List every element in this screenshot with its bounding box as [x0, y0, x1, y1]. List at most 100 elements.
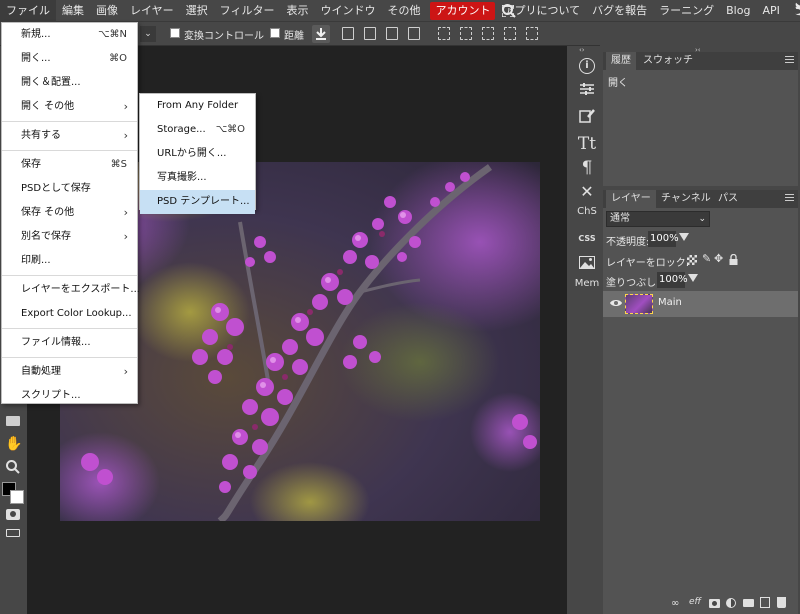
blend-mode-select[interactable]: 通常 ⌄	[606, 211, 710, 227]
download-icon[interactable]	[312, 25, 330, 43]
delete-icon[interactable]	[777, 597, 786, 608]
tab-layers[interactable]: レイヤー	[606, 190, 656, 208]
menu-api[interactable]: API	[756, 0, 785, 22]
menu-window[interactable]: ウインドウ	[314, 0, 381, 22]
lock-position-icon[interactable]: ✥	[714, 252, 723, 265]
layer-row[interactable]: Main	[603, 291, 798, 317]
menu-item-label: 新規...	[21, 29, 51, 40]
folder-icon[interactable]	[743, 599, 754, 607]
menu-more[interactable]: その他	[381, 0, 426, 22]
tab-paths[interactable]: パス	[713, 190, 743, 208]
tab-history[interactable]: 履歴	[606, 52, 636, 70]
menu-item-new[interactable]: 新規... ⌥⌘N	[2, 23, 137, 47]
menu-file[interactable]: ファイル	[0, 0, 56, 22]
paragraph-icon[interactable]: ¶	[573, 158, 601, 178]
mask-icon[interactable]	[709, 599, 720, 608]
fill-dropdown-icon[interactable]	[688, 274, 698, 282]
tab-channels[interactable]: チャンネル	[656, 190, 716, 208]
history-entry[interactable]: 開く	[603, 70, 798, 93]
opacity-dropdown-icon[interactable]	[679, 233, 689, 241]
menu-item-automate[interactable]: 自動処理 ›	[2, 360, 137, 384]
align-top-icon[interactable]	[408, 27, 420, 40]
layers-panel: 通常 ⌄ 不透明度: 100% レイヤーをロック: ✎ ✥ 塗りつぶし: 100…	[603, 208, 798, 614]
menu-report-bug[interactable]: バグを報告	[586, 0, 653, 22]
image-icon[interactable]	[573, 256, 601, 272]
menu-item-save-psd[interactable]: PSDとして保存	[2, 177, 137, 201]
account-button[interactable]: アカウント	[430, 1, 496, 20]
menu-item-label: 保存 その他	[21, 207, 75, 218]
character-icon[interactable]: Tt	[573, 134, 601, 154]
align-center-icon[interactable]	[364, 27, 376, 40]
menu-item-export-layers[interactable]: レイヤーをエクスポート...	[2, 278, 140, 302]
link-icon[interactable]: ∞	[671, 598, 679, 609]
menu-select[interactable]: 選択	[180, 0, 214, 22]
tool-preset-dropdown[interactable]: ⌄	[140, 26, 156, 42]
menu-item-open-other[interactable]: 開く その他 ›	[2, 95, 137, 119]
align-right-icon[interactable]	[386, 27, 398, 40]
distribute-center-icon[interactable]	[460, 27, 472, 40]
submenu-item-any-folder[interactable]: From Any Folder	[140, 94, 255, 118]
menu-item-share[interactable]: 共有する ›	[2, 124, 137, 148]
distribute-bottom-icon[interactable]	[526, 27, 538, 40]
background-color-swatch[interactable]	[10, 490, 24, 504]
adjustment-icon[interactable]	[726, 598, 736, 608]
menu-learning[interactable]: ラーニング	[653, 0, 720, 22]
align-left-icon[interactable]	[342, 27, 354, 40]
tab-swatches[interactable]: スウォッチ	[638, 52, 698, 70]
layers-panel-tabs: レイヤー チャンネル パス	[603, 190, 798, 208]
fill-input[interactable]: 100%	[657, 272, 688, 288]
menu-item-label: From Any Folder	[157, 100, 239, 111]
distance-checkbox[interactable]	[270, 28, 280, 38]
menu-item-print[interactable]: 印刷...	[2, 249, 137, 273]
distribute-right-icon[interactable]	[482, 27, 494, 40]
zoom-tool-icon[interactable]	[5, 459, 21, 478]
quick-mask-icon[interactable]	[6, 509, 20, 520]
layers-footer: ∞ eff	[603, 594, 798, 614]
collapse-arrows-icon[interactable]: ‹›	[579, 46, 585, 54]
menu-edit[interactable]: 編集	[56, 0, 90, 22]
menu-item-open[interactable]: 開く... ⌘O	[2, 47, 137, 71]
effects-icon[interactable]: eff	[689, 597, 701, 607]
distribute-top-icon[interactable]	[504, 27, 516, 40]
character-styles-label[interactable]: ChS	[573, 206, 601, 217]
menu-item-scripts[interactable]: スクリプト...	[2, 384, 137, 408]
menu-item-label: レイヤーをエクスポート...	[21, 284, 140, 295]
distribute-left-icon[interactable]	[438, 27, 450, 40]
menu-item-save-as[interactable]: 別名で保存 ›	[2, 225, 137, 249]
adjustments-icon[interactable]	[573, 82, 601, 99]
lock-pixels-icon[interactable]: ✎	[702, 252, 711, 265]
submenu-item-take-photo[interactable]: 写真撮影...	[140, 166, 255, 190]
tools-icon[interactable]: ✕	[573, 182, 601, 201]
menu-item-save[interactable]: 保存 ⌘S	[2, 153, 137, 177]
transform-controls-checkbox[interactable]	[170, 28, 180, 38]
menu-item-file-info[interactable]: ファイル情報...	[2, 331, 137, 355]
menu-blog[interactable]: Blog	[720, 0, 756, 22]
blend-mode-value: 通常	[610, 213, 630, 224]
menu-item-open-place[interactable]: 開く＆配置...	[2, 71, 137, 95]
lock-all-icon[interactable]	[729, 253, 738, 265]
menu-item-label: 開く...	[21, 53, 51, 64]
memory-label[interactable]: Mem	[573, 278, 601, 289]
menu-layer[interactable]: レイヤー	[124, 0, 180, 22]
panel-menu-icon[interactable]	[785, 56, 794, 65]
menu-item-export-color-lookup[interactable]: Export Color Lookup...	[2, 302, 137, 326]
opacity-input[interactable]: 100%	[648, 231, 679, 247]
menu-filter[interactable]: フィルター	[214, 0, 281, 22]
visibility-eye-icon[interactable]	[610, 298, 622, 311]
submenu-item-storage[interactable]: Storage... ⌥⌘O	[140, 118, 255, 142]
menu-item-label: 印刷...	[21, 255, 51, 266]
menu-item-save-other[interactable]: 保存 その他 ›	[2, 201, 137, 225]
keyboard-icon[interactable]	[6, 529, 20, 537]
panel-menu-icon[interactable]	[785, 194, 794, 203]
marquee-tool-icon[interactable]	[6, 416, 20, 426]
info-icon[interactable]: i	[573, 58, 601, 74]
brush-settings-icon[interactable]	[573, 108, 601, 127]
menu-image[interactable]: 画像	[90, 0, 124, 22]
submenu-item-psd-template[interactable]: PSD テンプレート...	[140, 190, 255, 214]
lock-transparency-icon[interactable]	[687, 255, 697, 265]
new-layer-icon[interactable]	[760, 597, 770, 608]
css-label[interactable]: CSS	[573, 234, 601, 243]
hand-tool-icon[interactable]: ✋	[5, 436, 22, 452]
menu-view[interactable]: 表示	[280, 0, 314, 22]
submenu-item-open-url[interactable]: URLから開く...	[140, 142, 255, 166]
